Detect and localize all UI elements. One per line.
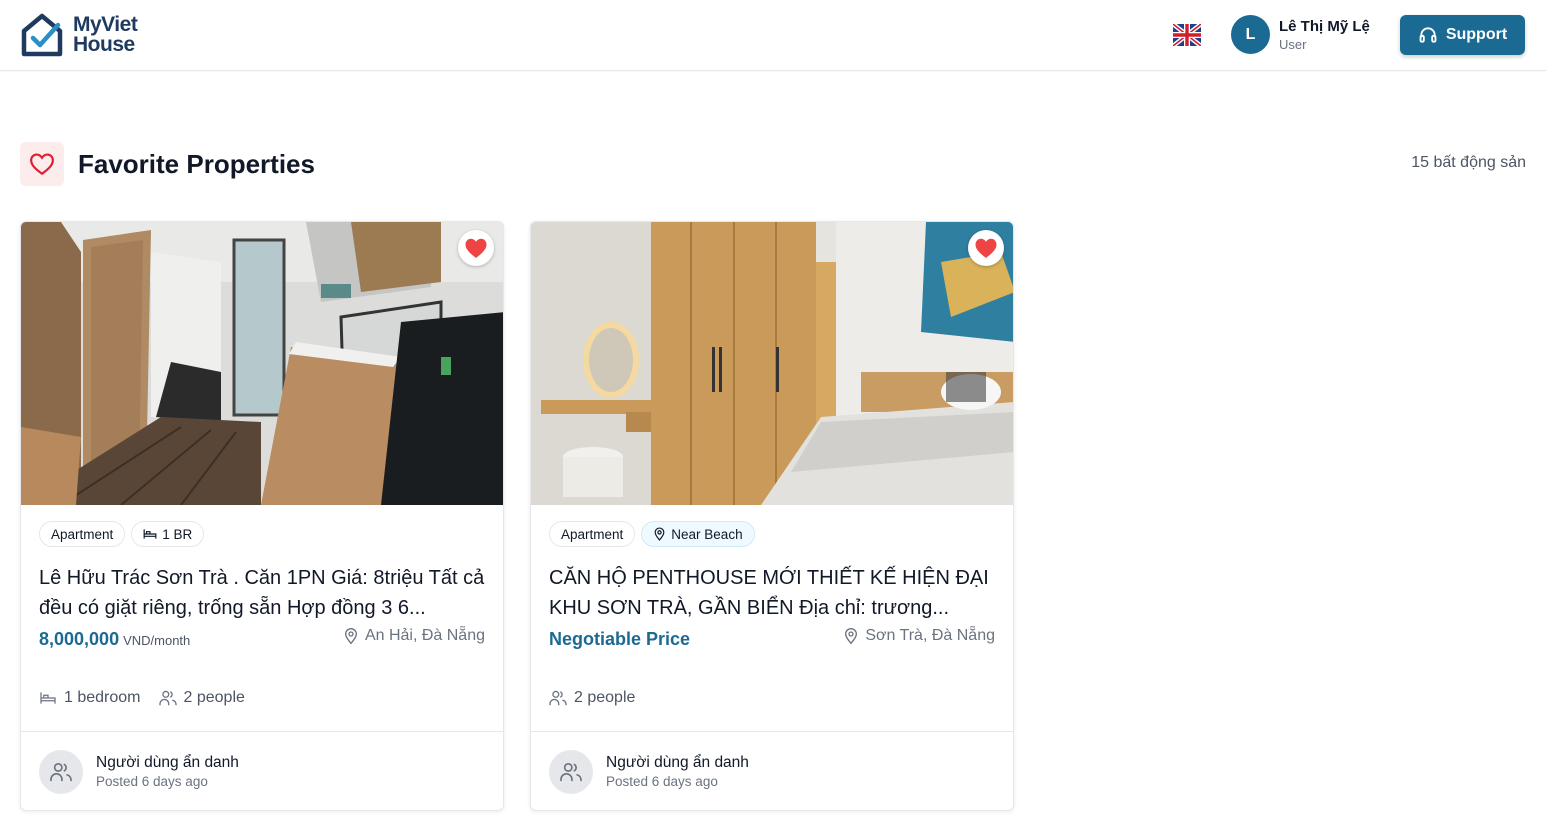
map-pin-icon (344, 628, 357, 645)
property-photo (531, 222, 1013, 505)
property-title[interactable]: Lê Hữu Trác Sơn Trà . Căn 1PN Giá: 8triệ… (39, 563, 485, 623)
support-label: Support (1445, 26, 1508, 43)
card-body: Apartment 1 BR Lê Hữu Trác Sơn Trà . Căn… (21, 505, 503, 731)
page-title: Favorite Properties (78, 148, 315, 179)
favorite-button[interactable] (458, 230, 494, 266)
user-role: User (1279, 36, 1307, 52)
price-value: 8,000,000 (39, 629, 120, 649)
poster-name: Người dùng ẩn danh (606, 754, 749, 771)
users-icon (549, 690, 567, 706)
tag-bedrooms: 1 BR (131, 521, 205, 547)
posted-time: Posted 6 days ago (606, 774, 718, 789)
user-info: Lê Thị Mỹ Lệ User (1279, 17, 1370, 53)
favorite-button[interactable] (968, 230, 1004, 266)
tag-list: Apartment Near Beach (549, 521, 995, 547)
price: Negotiable Price (549, 629, 690, 650)
poster-info: Người dùng ẩn danh Posted 6 days ago (606, 753, 749, 791)
card-footer: Người dùng ẩn danh Posted 6 days ago (531, 731, 1013, 810)
logo-text: MyViet House (73, 13, 138, 56)
uk-flag-icon[interactable] (1173, 24, 1201, 46)
heart-filled-icon (465, 238, 487, 258)
user-menu[interactable]: L Lê Thị Mỹ Lệ User (1231, 15, 1370, 54)
property-image[interactable] (21, 222, 503, 505)
card-body: Apartment Near Beach CĂN HỘ PENTHOUSE MỚ… (531, 505, 1013, 731)
users-icon (560, 763, 582, 782)
price-row: Negotiable Price Sơn Trà, Đà Nẵng (549, 627, 995, 650)
tag-list: Apartment 1 BR (39, 521, 485, 547)
feature-list: 1 bedroom 2 people (39, 689, 245, 707)
poster-name: Người dùng ẩn danh (96, 754, 239, 771)
poster-avatar (549, 750, 593, 794)
section-header: Favorite Properties 15 bất động sản (20, 142, 1526, 186)
property-count: 15 bất động sản (1411, 154, 1526, 171)
tag-type: Apartment (39, 521, 126, 547)
location: An Hải, Đà Nẵng (343, 627, 485, 645)
support-button[interactable]: Support (1400, 15, 1525, 55)
tag-type: Apartment (549, 521, 636, 547)
price: 8,000,000 VND/month (39, 629, 190, 650)
property-photo (21, 222, 503, 505)
heart-outline-icon (20, 142, 64, 186)
property-card[interactable]: Apartment 1 BR Lê Hữu Trác Sơn Trà . Căn… (20, 221, 504, 811)
feature-list: 2 people (549, 689, 635, 707)
map-pin-icon (654, 527, 665, 541)
feature-people: 2 people (549, 689, 635, 707)
top-header: MyViet House L Lê Thị Mỹ Lệ User Support (0, 0, 1546, 71)
users-icon (50, 763, 72, 782)
posted-time: Posted 6 days ago (96, 774, 208, 789)
house-check-icon (21, 13, 63, 57)
price-unit: VND/month (123, 633, 191, 648)
feature-people: 2 people (158, 689, 245, 707)
tag-near-beach: Near Beach (641, 521, 755, 547)
price-row: 8,000,000 VND/month An Hải, Đà Nẵng (39, 627, 485, 650)
users-icon (158, 690, 177, 706)
user-avatar: L (1231, 15, 1270, 54)
heart-filled-icon (975, 238, 997, 258)
map-pin-icon (845, 628, 858, 645)
card-footer: Người dùng ẩn danh Posted 6 days ago (21, 731, 503, 810)
poster-info: Người dùng ẩn danh Posted 6 days ago (96, 753, 239, 791)
feature-bedrooms: 1 bedroom (39, 689, 141, 707)
property-title[interactable]: CĂN HỘ PENTHOUSE MỚI THIẾT KẾ HIỆN ĐẠI K… (549, 563, 995, 623)
bed-icon (40, 692, 56, 704)
bed-icon (143, 529, 157, 539)
location: Sơn Trà, Đà Nẵng (843, 627, 995, 645)
site-logo[interactable]: MyViet House (20, 12, 138, 58)
user-name: Lê Thị Mỹ Lệ (1279, 17, 1370, 35)
property-card[interactable]: Apartment Near Beach CĂN HỘ PENTHOUSE MỚ… (530, 221, 1014, 811)
poster-avatar (39, 750, 83, 794)
property-image[interactable] (531, 222, 1013, 505)
headset-icon (1419, 27, 1437, 43)
price-value: Negotiable Price (549, 629, 691, 649)
